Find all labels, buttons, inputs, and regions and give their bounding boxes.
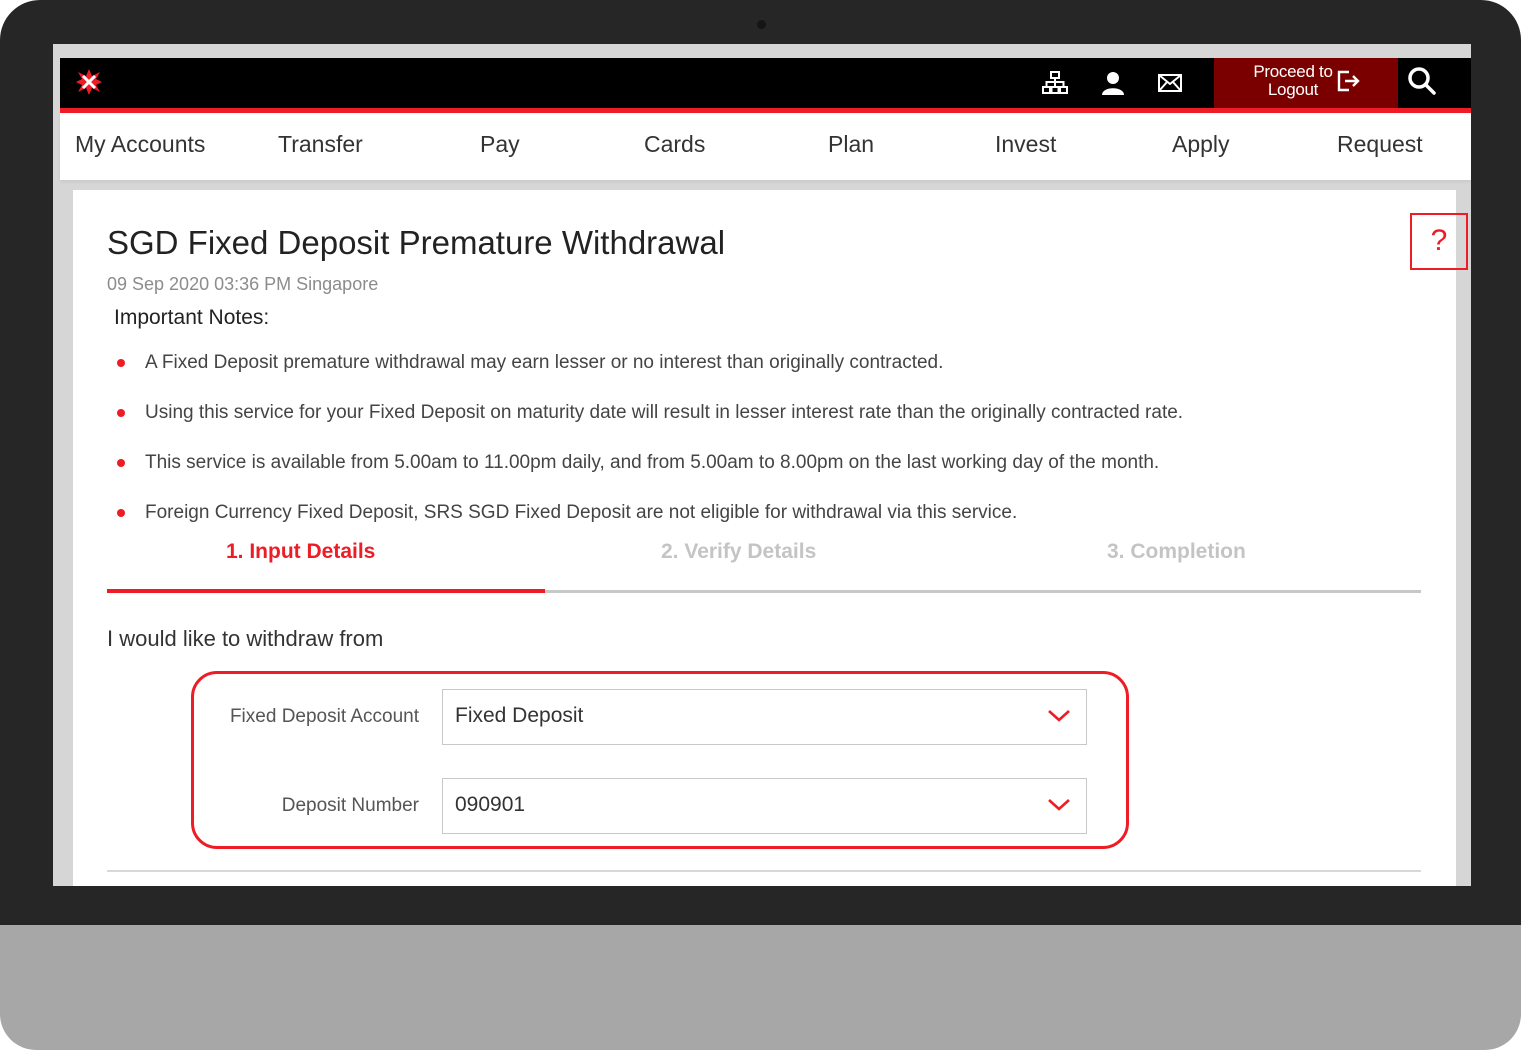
monitor-frame: Proceed to Logout My Accounts Transfer P… — [0, 0, 1521, 1050]
deposit-number-label: Deposit Number — [281, 795, 419, 816]
note-text: Foreign Currency Fixed Deposit, SRS SGD … — [145, 502, 1018, 523]
account-select-value: Fixed Deposit — [455, 704, 584, 727]
user-icon[interactable] — [1098, 68, 1128, 98]
logout-arrow-icon — [1336, 69, 1360, 97]
mail-icon[interactable] — [1155, 68, 1185, 98]
deposit-select-value: 090901 — [455, 793, 526, 816]
step-progress-bar — [107, 589, 545, 593]
search-icon[interactable] — [1406, 65, 1446, 101]
top-bar: Proceed to Logout — [60, 58, 1471, 108]
notes-title: Important Notes: — [114, 306, 270, 329]
dbs-star-logo-icon[interactable] — [75, 68, 103, 96]
deposit-number-select[interactable]: 090901 — [442, 778, 1087, 834]
nav-item-plan[interactable]: Plan — [828, 131, 874, 158]
bullet-icon — [117, 409, 125, 417]
bullet-icon — [117, 359, 125, 367]
camera-dot — [757, 20, 766, 29]
chevron-down-icon — [1046, 795, 1072, 815]
help-button[interactable]: ? — [1410, 213, 1468, 270]
bullet-icon — [117, 509, 125, 517]
section-divider — [107, 870, 1421, 872]
note-text: Using this service for your Fixed Deposi… — [145, 402, 1184, 423]
nav-item-invest[interactable]: Invest — [995, 131, 1056, 158]
nav-item-cards[interactable]: Cards — [644, 131, 705, 158]
withdraw-intro: I would like to withdraw from — [107, 626, 384, 651]
sitemap-icon[interactable] — [1040, 68, 1070, 98]
nav-item-apply[interactable]: Apply — [1172, 131, 1230, 158]
nav-item-pay[interactable]: Pay — [480, 131, 520, 158]
bullet-icon — [117, 459, 125, 467]
chevron-down-icon — [1046, 706, 1072, 726]
step-input-details: 1. Input Details — [226, 540, 376, 563]
page-title: SGD Fixed Deposit Premature Withdrawal — [107, 224, 726, 261]
content-panel: SGD Fixed Deposit Premature Withdrawal 0… — [73, 190, 1468, 886]
fixed-deposit-account-select[interactable]: Fixed Deposit — [442, 689, 1087, 745]
note-text: A Fixed Deposit premature withdrawal may… — [145, 352, 944, 373]
main-nav: My Accounts Transfer Pay Cards Plan Inve… — [60, 113, 1471, 180]
monitor-chin — [0, 925, 1521, 1050]
step-completion: 3. Completion — [1107, 540, 1246, 563]
account-label: Fixed Deposit Account — [229, 706, 419, 727]
timestamp: 09 Sep 2020 03:36 PM Singapore — [107, 274, 379, 294]
logout-button[interactable]: Proceed to Logout — [1214, 58, 1398, 108]
logout-label: Proceed to Logout — [1253, 62, 1333, 99]
screen: Proceed to Logout My Accounts Transfer P… — [53, 44, 1471, 886]
note-text: This service is available from 5.00am to… — [145, 452, 1160, 473]
nav-item-request[interactable]: Request — [1337, 131, 1423, 158]
step-verify-details: 2. Verify Details — [661, 540, 817, 563]
nav-item-transfer[interactable]: Transfer — [278, 131, 363, 158]
nav-item-my-accounts[interactable]: My Accounts — [75, 131, 205, 158]
